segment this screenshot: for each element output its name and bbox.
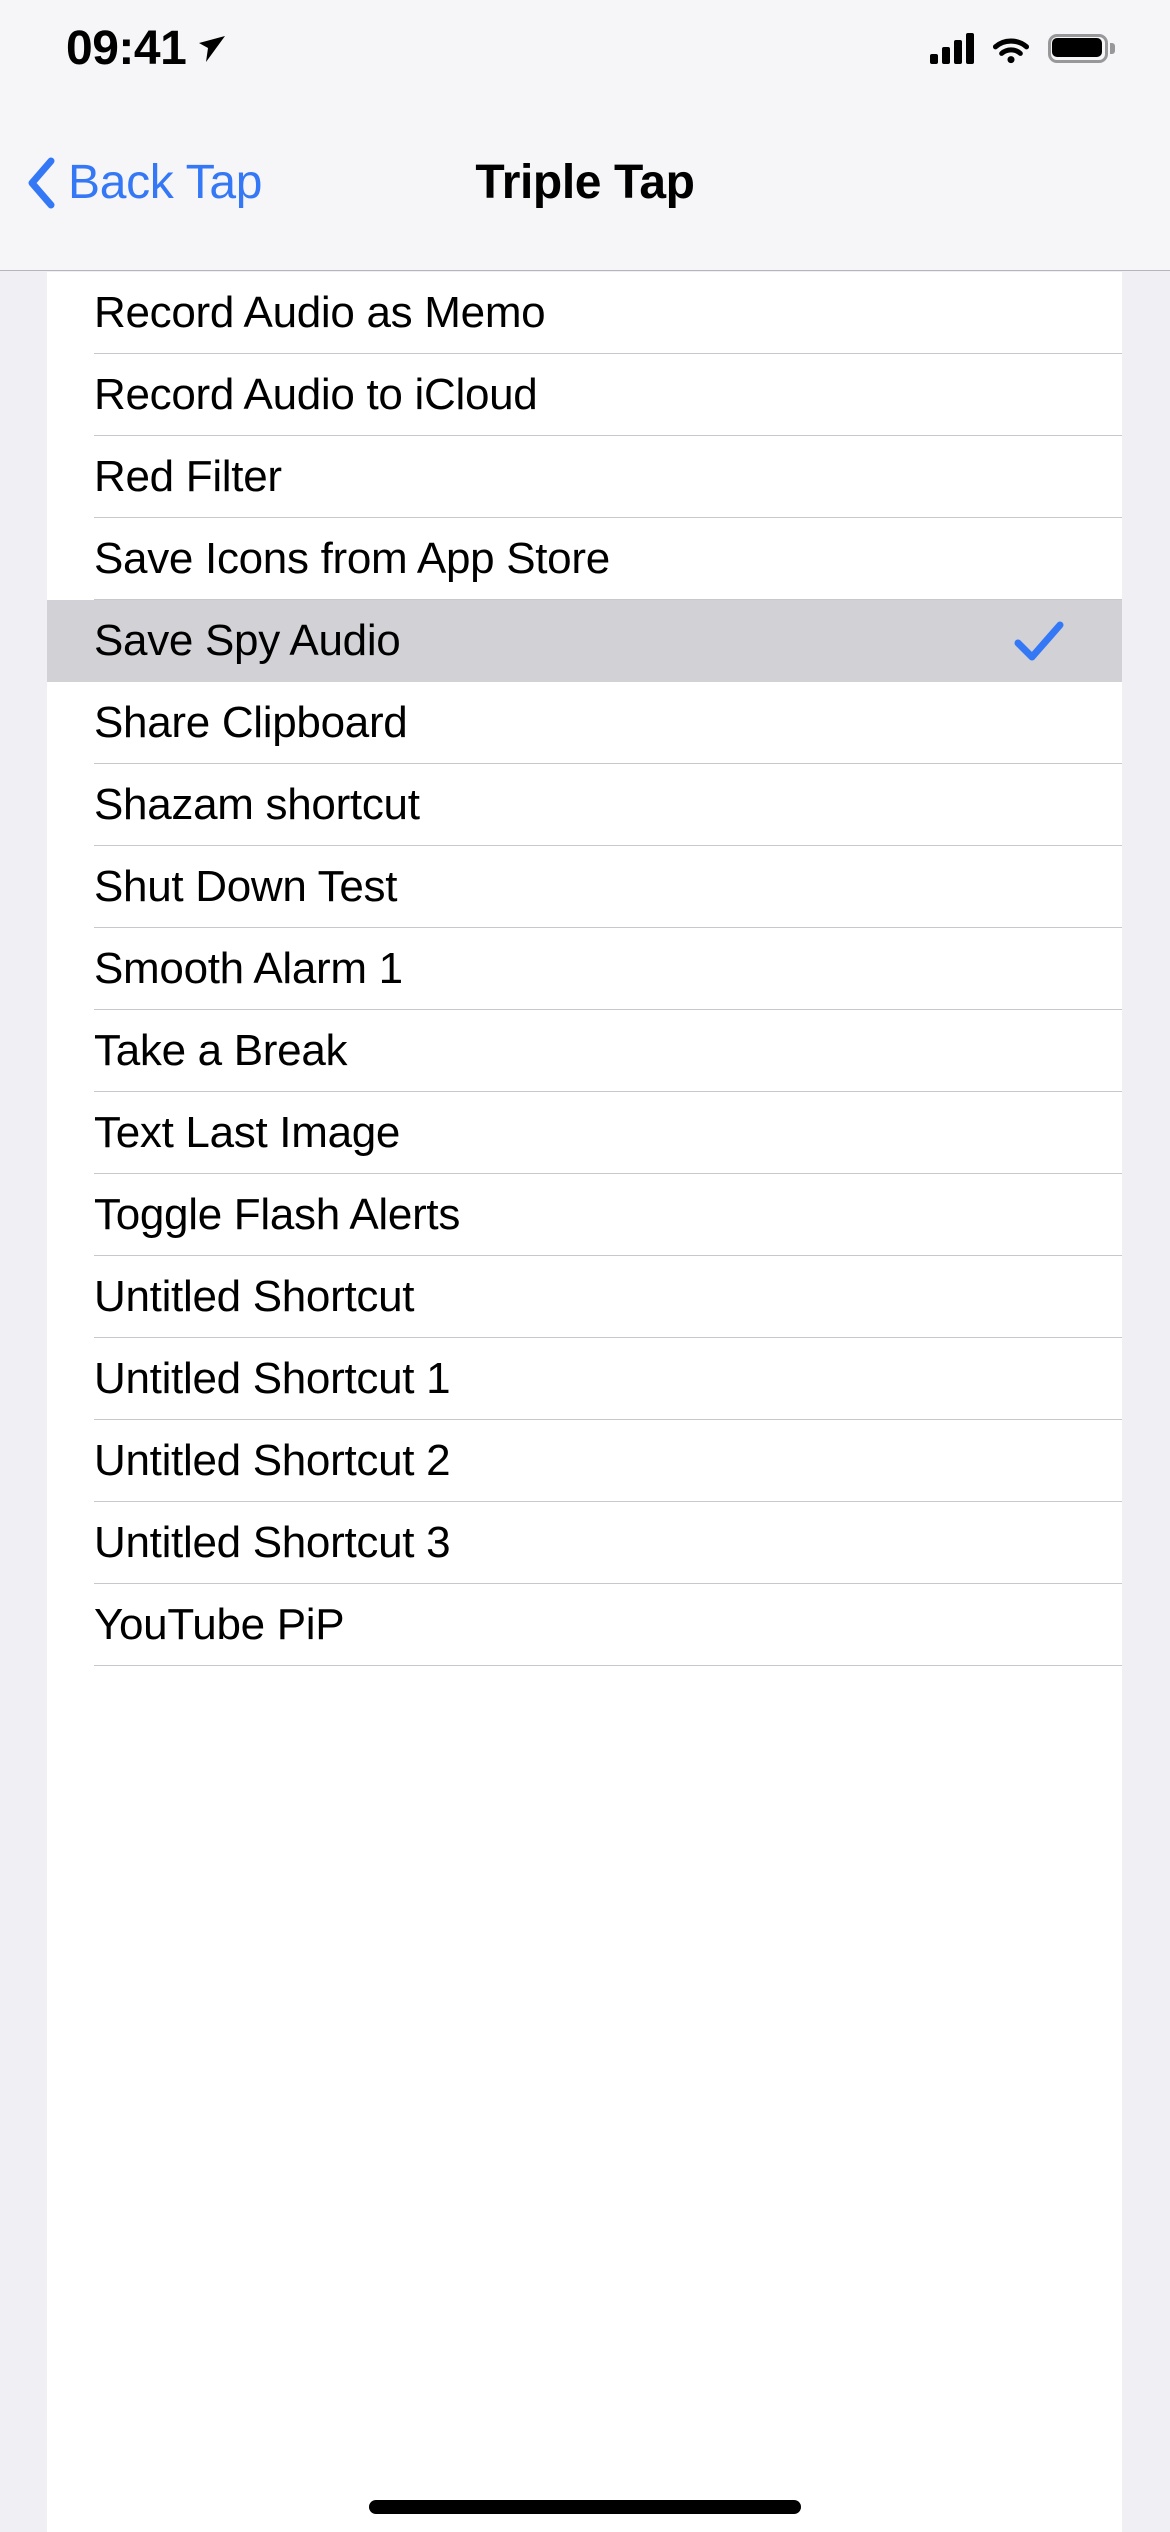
list-item-label: Untitled Shortcut 3 — [94, 1518, 451, 1567]
list-separator — [94, 1665, 1122, 1666]
list-item-label: Red Filter — [94, 452, 282, 501]
list-item[interactable]: Text Last Image — [47, 1092, 1122, 1174]
list-item-label: Record Audio to iCloud — [94, 370, 538, 419]
list-item-label: Text Last Image — [94, 1108, 401, 1157]
list-item[interactable]: Save Spy Audio — [47, 600, 1122, 682]
shortcuts-list: Record Audio as Memo Record Audio to iClo… — [47, 272, 1122, 2532]
list-item-label: Take a Break — [94, 1026, 348, 1075]
list-item[interactable]: Take a Break — [47, 1010, 1122, 1092]
battery-full-icon — [1048, 34, 1115, 63]
location-arrow-icon — [196, 31, 230, 65]
page-title: Triple Tap — [475, 155, 695, 209]
list-item[interactable]: Untitled Shortcut — [47, 1256, 1122, 1338]
list-item-label: Share Clipboard — [94, 698, 408, 747]
list-item[interactable]: Record Audio to iCloud — [47, 354, 1122, 436]
wifi-icon — [992, 34, 1030, 64]
cellular-signal-icon — [930, 32, 974, 64]
list-item[interactable]: YouTube PiP — [47, 1584, 1122, 1666]
list-item[interactable]: Red Filter — [47, 436, 1122, 518]
list-item-label: Shazam shortcut — [94, 780, 420, 829]
list-item[interactable]: Untitled Shortcut 3 — [47, 1502, 1122, 1584]
list-item-label: YouTube PiP — [94, 1600, 345, 1649]
list-item[interactable]: Share Clipboard — [47, 682, 1122, 764]
navigation-bar: Back Tap Triple Tap — [0, 95, 1170, 271]
list-item-label: Untitled Shortcut 1 — [94, 1354, 451, 1403]
status-bar: 09:41 — [0, 0, 1170, 95]
list-item-label: Toggle Flash Alerts — [94, 1190, 461, 1239]
status-bar-right — [930, 32, 1115, 64]
list-item[interactable]: Shazam shortcut — [47, 764, 1122, 846]
status-bar-clock: 09:41 — [66, 22, 187, 75]
list-item-label: Smooth Alarm 1 — [94, 944, 403, 993]
list-item-label: Untitled Shortcut — [94, 1272, 415, 1321]
list-item[interactable]: Smooth Alarm 1 — [47, 928, 1122, 1010]
list-item-label: Untitled Shortcut 2 — [94, 1436, 451, 1485]
home-indicator[interactable] — [369, 2500, 801, 2514]
list-item[interactable]: Record Audio as Memo — [47, 272, 1122, 354]
list-item-label: Save Spy Audio — [94, 616, 401, 665]
status-bar-left: 09:41 — [66, 22, 230, 73]
list-item-label: Save Icons from App Store — [94, 534, 610, 583]
list-item[interactable]: Toggle Flash Alerts — [47, 1174, 1122, 1256]
list-item[interactable]: Untitled Shortcut 1 — [47, 1338, 1122, 1420]
list-item[interactable]: Untitled Shortcut 2 — [47, 1420, 1122, 1502]
list-item[interactable]: Shut Down Test — [47, 846, 1122, 928]
list-item[interactable]: Save Icons from App Store — [47, 518, 1122, 600]
list-item-label: Record Audio as Memo — [94, 288, 546, 337]
list-item-label: Shut Down Test — [94, 862, 398, 911]
iphone-screen: 09:41 Back Tap Triple Tap Record Audio a… — [0, 0, 1170, 2532]
checkmark-icon — [1014, 619, 1074, 663]
